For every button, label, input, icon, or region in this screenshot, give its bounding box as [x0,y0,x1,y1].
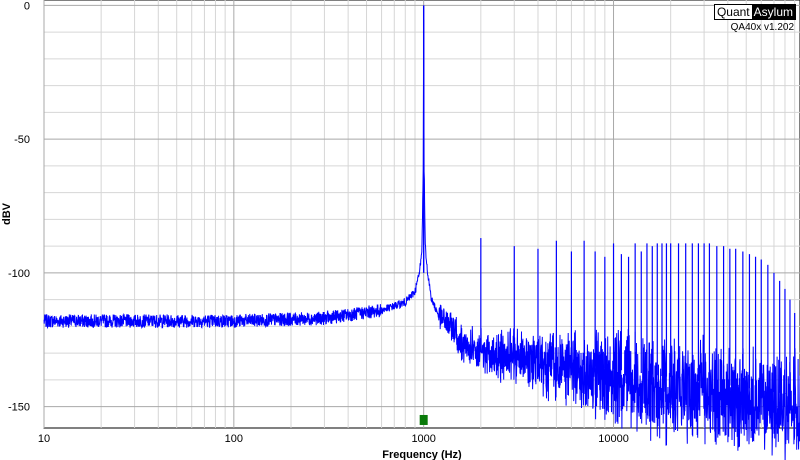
x-tick-label: 1000 [411,433,435,445]
brand-logo: Quant Asylum [713,4,796,20]
y-tick-label: -50 [14,134,30,146]
x-tick-label: 100 [225,433,243,445]
x-axis-label: Frequency (Hz) [382,449,462,460]
x-tick-labels: 10 100 1000 10000 [38,433,629,445]
y-tick-label: 0 [24,0,30,12]
brand-name-part1: Quant [714,5,752,19]
spectrum-chart: 10 100 1000 10000 0 -50 -100 -150 Frequency (H… [1,0,800,460]
y-axis-label: dBV [1,202,13,225]
marker-square [419,414,428,425]
y-tick-label: -150 [8,402,30,414]
version-label: QA40x v1.202 [730,22,794,33]
x-tick-label: 10 [38,433,50,445]
brand-name-part2: Asylum [751,5,795,19]
x-tick-label: 10000 [598,433,629,445]
y-tick-label: -100 [8,268,30,280]
